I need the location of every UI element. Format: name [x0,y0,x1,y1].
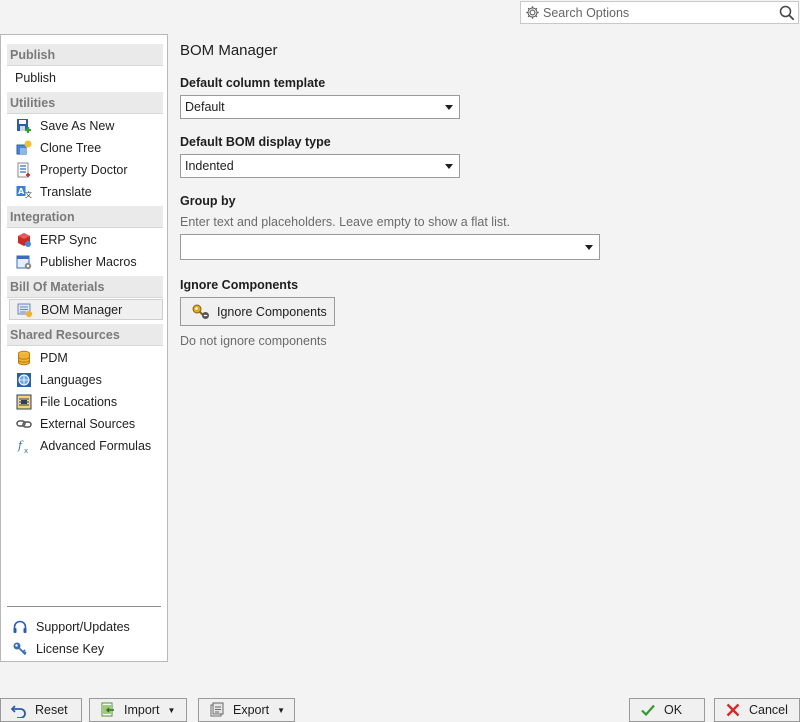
column-template-value: Default [185,100,225,114]
undo-icon [11,702,27,718]
sidebar-item-translate[interactable]: A文 Translate [9,181,163,202]
translate-icon: A文 [16,184,32,200]
sidebar-item-label: Support/Updates [36,619,130,634]
sidebar-item-label: PDM [40,350,68,365]
sidebar-item-file-locations[interactable]: File Locations [9,391,163,412]
chevron-down-icon [445,164,453,169]
sidebar-item-label: Publish [15,70,56,85]
chevron-down-icon [445,105,453,110]
sidebar-item-label: BOM Manager [41,302,123,317]
sidebar-item-bom-manager[interactable]: BOM Manager [9,299,163,320]
svg-text:A: A [18,187,25,196]
sidebar-item-clone-tree[interactable]: Clone Tree [9,137,163,158]
group-by-input[interactable] [180,234,600,260]
column-template-select[interactable]: Default [180,95,460,119]
keys-filter-icon [191,303,211,321]
display-type-value: Indented [185,159,234,173]
sidebar-item-label: Clone Tree [40,140,102,155]
search-input[interactable] [543,2,776,23]
import-button[interactable]: Import ▼ [89,698,187,722]
ok-button[interactable]: OK [629,698,705,722]
sidebar-item-label: Languages [40,372,102,387]
main-content: BOM Manager Default column template Defa… [168,34,800,662]
sidebar-item-languages[interactable]: Languages [9,369,163,390]
sidebar-item-property-doctor[interactable]: Property Doctor [9,159,163,180]
section-header-shared-resources: Shared Resources [7,324,163,346]
group-by-hint: Enter text and placeholders. Leave empty… [180,215,511,229]
publisher-macros-icon [16,254,32,270]
svg-text:文: 文 [25,190,32,199]
export-button[interactable]: Export ▼ [198,698,295,722]
close-icon [725,702,741,718]
headset-icon [12,619,28,635]
erp-sync-icon [16,232,32,248]
import-button-label: Import [124,703,160,717]
reset-button-label: Reset [35,703,68,717]
ignore-components-button[interactable]: Ignore Components [180,297,335,326]
caret-down-icon: ▼ [167,705,176,715]
gear-icon [521,2,543,23]
key-icon [12,641,28,657]
sidebar-item-label: Advanced Formulas [40,438,152,453]
sidebar-item-label: License Key [36,641,105,656]
save-as-new-icon [16,118,32,134]
link-icon [16,416,32,432]
sidebar: Publish Publish Utilities Save As New Cl… [0,34,168,662]
section-header-utilities: Utilities [7,92,163,114]
sidebar-item-support-updates[interactable]: Support/Updates [9,616,163,637]
ignore-components-label: Ignore Components [180,278,299,292]
column-template-label: Default column template [180,76,326,90]
sidebar-item-label: Publisher Macros [40,254,137,269]
clone-tree-icon [16,140,32,156]
sidebar-item-label: Save As New [40,118,115,133]
property-doctor-icon [16,162,32,178]
display-type-label: Default BOM display type [180,135,331,149]
sidebar-item-label: ERP Sync [40,232,97,247]
sidebar-item-label: External Sources [40,416,136,431]
languages-icon [16,372,32,388]
svg-text:f: f [17,439,24,452]
sidebar-item-external-sources[interactable]: External Sources [9,413,163,434]
import-icon [100,702,116,718]
sidebar-item-label: Property Doctor [40,162,128,177]
sidebar-divider [7,606,161,607]
sidebar-item-label: Translate [40,184,92,199]
sidebar-item-pdm[interactable]: PDM [9,347,163,368]
check-icon [640,702,656,718]
bom-manager-icon [17,302,33,318]
sidebar-item-publisher-macros[interactable]: Publisher Macros [9,251,163,272]
ignore-components-button-label: Ignore Components [217,304,327,319]
sidebar-item-license-key[interactable]: License Key [9,638,163,659]
page-title: BOM Manager [180,42,278,59]
section-header-publish: Publish [7,44,163,66]
group-by-label: Group by [180,194,236,208]
ok-button-label: OK [664,703,683,717]
cancel-button-label: Cancel [749,703,788,717]
chevron-down-icon [585,245,593,250]
cancel-button[interactable]: Cancel [714,698,800,722]
ignore-components-status: Do not ignore components [180,334,327,348]
display-type-select[interactable]: Indented [180,154,460,178]
sidebar-item-label: File Locations [40,394,118,409]
section-header-bill-of-materials: Bill Of Materials [7,276,163,298]
sidebar-item-erp-sync[interactable]: ERP Sync [9,229,163,250]
sidebar-item-advanced-formulas[interactable]: fx Advanced Formulas [9,435,163,456]
sidebar-item-publish[interactable]: Publish [9,67,163,88]
pdm-icon [16,350,32,366]
reset-button[interactable]: Reset [0,698,82,722]
section-header-integration: Integration [7,206,163,228]
search-icon[interactable] [776,2,798,23]
search-box[interactable] [520,1,799,24]
svg-text:x: x [24,447,28,454]
export-icon [209,702,225,718]
export-button-label: Export [233,703,270,717]
caret-down-icon: ▼ [277,705,286,715]
sidebar-item-save-as-new[interactable]: Save As New [9,115,163,136]
formula-icon: fx [16,438,32,454]
file-locations-icon [16,394,32,410]
